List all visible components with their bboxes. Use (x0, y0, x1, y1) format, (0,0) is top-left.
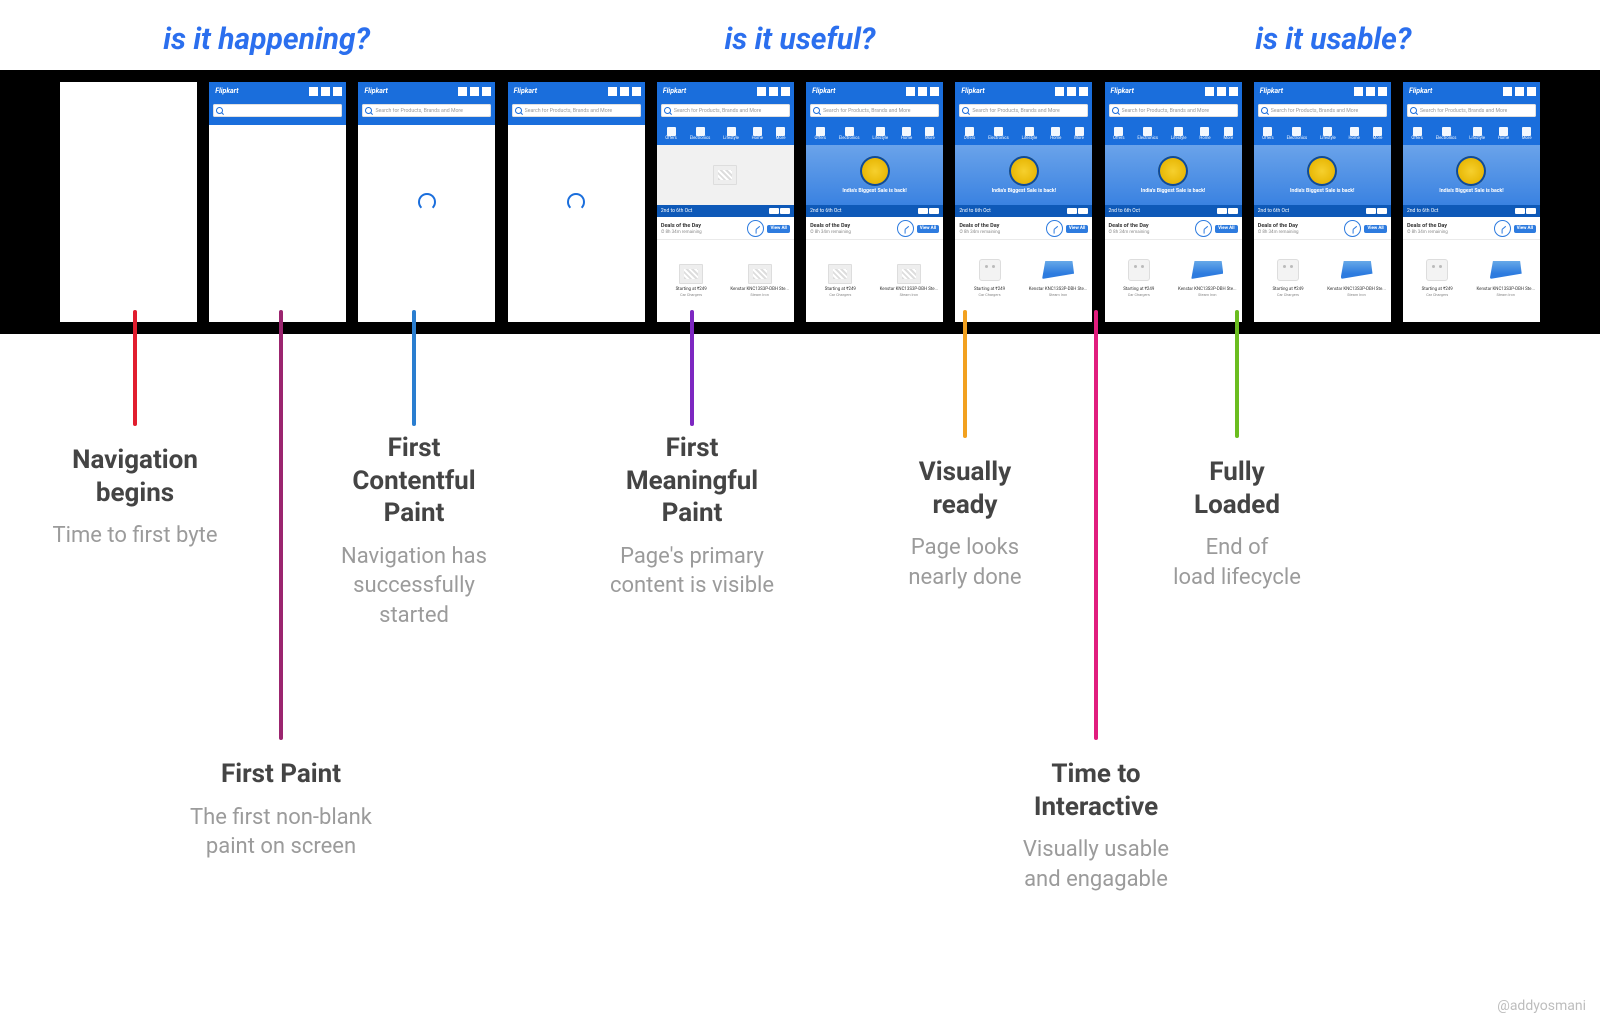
marker-label-fcp: FirstContentfulPaintNavigation hassucces… (284, 432, 544, 631)
marker-label-fmp: FirstMeaningfulPaintPage's primaryconten… (562, 432, 822, 601)
marker-line-vr (963, 310, 967, 438)
marker-line-fcp (412, 310, 416, 426)
frame-blank (60, 82, 197, 322)
marker-label-fp: First PaintThe first non-blankpaint on s… (151, 758, 411, 862)
search-icon (1261, 107, 1268, 114)
credit: @addyosmani (1497, 998, 1586, 1014)
marker-line-fp (279, 310, 283, 740)
clock-icon (1046, 220, 1063, 237)
search-icon (813, 107, 820, 114)
filmstrip: Flipkart Flipkart Search for Products, B… (0, 70, 1600, 334)
clock-icon (747, 220, 764, 237)
frame-visually-ready: Flipkart Search for Products, Brands and… (955, 82, 1092, 322)
frame-fmp-partial: Flipkart Search for Products, Brands and… (657, 82, 794, 322)
marker-label-full: FullyLoadedEnd ofload lifecycle (1107, 456, 1367, 592)
frame-fcp-2: Flipkart Search for Products, Brands and… (508, 82, 645, 322)
spinner-icon (567, 193, 585, 211)
marker-line-full (1235, 310, 1239, 438)
app-brand: Flipkart (213, 87, 238, 95)
frame-fcp-1: Flipkart Search for Products, Brands and… (358, 82, 495, 322)
search-icon (962, 107, 969, 114)
search-icon (216, 107, 223, 114)
marker-label-tti: Time toInteractiveVisually usableand eng… (966, 758, 1226, 894)
marker-line-tti (1094, 310, 1098, 740)
clock-icon (1494, 220, 1511, 237)
questions-row: is it happening? is it useful? is it usa… (0, 0, 1600, 65)
frame-loaded-1: Flipkart Search for Products, Brands and… (1254, 82, 1391, 322)
clock-icon (1195, 220, 1212, 237)
search-icon (365, 107, 372, 114)
category-nav: Offers Electronics Lifestyle Home More (657, 121, 794, 145)
question-useful: is it useful? (533, 22, 1066, 57)
search-icon (1112, 107, 1119, 114)
search-icon (664, 107, 671, 114)
clock-icon (1344, 220, 1361, 237)
marker-line-nav (133, 310, 137, 426)
marker-line-fmp (690, 310, 694, 426)
frame-fmp-hero: Flipkart Search for Products, Brands and… (806, 82, 943, 322)
frame-tti: Flipkart Search for Products, Brands and… (1105, 82, 1242, 322)
marker-label-nav: NavigationbeginsTime to first byte (5, 444, 265, 551)
marker-label-vr: VisuallyreadyPage looksnearly done (835, 456, 1095, 592)
spinner-icon (418, 193, 436, 211)
clock-icon (897, 220, 914, 237)
frame-first-paint: Flipkart (209, 82, 346, 322)
question-usable: is it usable? (1067, 22, 1600, 57)
question-happening: is it happening? (0, 22, 533, 57)
search-icon (1410, 107, 1417, 114)
frame-loaded-2: Flipkart Search for Products, Brands and… (1403, 82, 1540, 322)
search-icon (515, 107, 522, 114)
